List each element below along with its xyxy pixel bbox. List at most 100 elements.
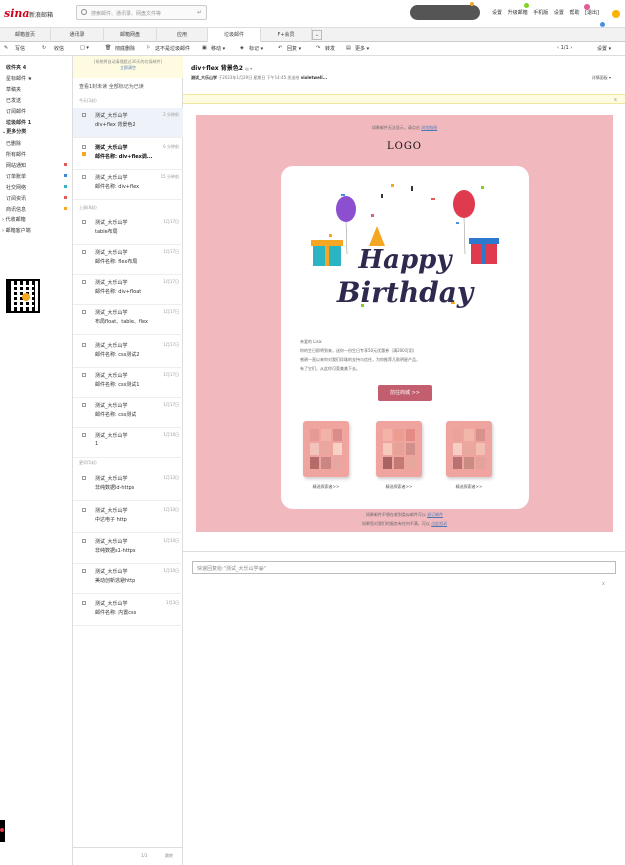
mail-list-item[interactable]: 测试_大乐山学 邮件名称: css测试2 1月17日 bbox=[73, 338, 183, 368]
mail-list-item[interactable]: 测试_大乐山学 非纯数据s1-https 1月10日 bbox=[73, 534, 183, 564]
enter-icon[interactable]: ↵ bbox=[197, 9, 202, 16]
subject-icons[interactable]: ▤ ▾ bbox=[245, 66, 252, 71]
mail-checkbox[interactable] bbox=[82, 569, 86, 573]
list-jump[interactable]: 跳转 bbox=[165, 853, 173, 859]
sidebar-category[interactable]: 商讯信息 bbox=[6, 206, 26, 213]
move-icon[interactable]: ▣ bbox=[202, 45, 207, 51]
recipient[interactable]: violetwell... bbox=[301, 75, 327, 80]
mail-list-item[interactable]: 测试_大乐山学 table布局 1月17日 bbox=[73, 215, 183, 245]
mail-list-item[interactable]: 测试_大乐山学 邮件名称: flex布局 1月17日 bbox=[73, 245, 183, 275]
pager[interactable]: ‹ 1/1 › bbox=[557, 45, 572, 51]
delete-icon[interactable]: 🗑 bbox=[105, 45, 111, 51]
go-to-store-button[interactable]: 前往商城 >> bbox=[378, 385, 432, 401]
mail-checkbox[interactable] bbox=[82, 373, 86, 377]
mail-checkbox[interactable] bbox=[82, 403, 86, 407]
write-button[interactable]: 写信 bbox=[15, 45, 25, 52]
mail-list-item[interactable]: 测试_大乐山学 邮件名称: div+flex 15 分钟前 bbox=[73, 170, 183, 200]
mail-checkbox[interactable] bbox=[82, 113, 86, 117]
mail-list-item[interactable]: 测试_大乐山学 邮件名称: div+float 1月17日 bbox=[73, 275, 183, 305]
mail-checkbox[interactable] bbox=[82, 508, 86, 512]
mail-checkbox[interactable] bbox=[82, 175, 86, 179]
move-button[interactable]: 移动 ▾ bbox=[211, 45, 225, 52]
product-link[interactable]: 精选探索者>> bbox=[446, 484, 492, 490]
mail-list-item[interactable]: 测试_大乐山学 中达电子 http 1月10日 bbox=[73, 503, 183, 533]
tab-apps[interactable]: 应用 bbox=[157, 28, 208, 42]
top-link-logout[interactable]: [退出] bbox=[585, 10, 599, 16]
mail-checkbox[interactable] bbox=[82, 343, 86, 347]
delete-button[interactable]: 彻底删除 bbox=[115, 45, 135, 52]
not-spam-icon[interactable]: ⚐ bbox=[146, 45, 150, 51]
sidebar-category[interactable]: 网站通知 bbox=[6, 162, 26, 169]
forward-button[interactable]: 转发 bbox=[325, 45, 335, 52]
more-button[interactable]: 更多 ▾ bbox=[355, 45, 369, 52]
client-ad-toggle[interactable]: › 邮箱客户端 bbox=[2, 227, 31, 234]
top-link-help[interactable]: 帮助 bbox=[569, 10, 579, 16]
sidebar-item[interactable]: 收件夹 4 bbox=[6, 64, 26, 71]
mail-list-item[interactable]: 测试_大乐山学 邮件名称: css测试 1月17日 bbox=[73, 398, 183, 428]
sidebar-item[interactable]: 星标邮件 ★ bbox=[6, 75, 32, 82]
settings-button[interactable]: 设置 ▾ bbox=[597, 45, 611, 52]
tab-home[interactable]: 邮箱首页 bbox=[0, 28, 51, 42]
mail-list-item[interactable]: 测试_大乐山学 邮件名称: css测试1 1月17日 bbox=[73, 368, 183, 398]
read-links[interactable]: 查看1封未读 全部标记为已读 bbox=[79, 83, 144, 90]
side-float-widget[interactable] bbox=[0, 820, 5, 842]
sina-logo[interactable]: sina bbox=[4, 7, 30, 20]
sidebar-item[interactable]: 草稿夹 bbox=[6, 86, 21, 93]
sidebar-category[interactable]: 所有邮件 bbox=[6, 151, 26, 158]
mail-list-item[interactable]: 测试_大乐山学 邮件名称: div+flex调... 6 分钟前 bbox=[73, 140, 183, 170]
qr-code[interactable] bbox=[6, 279, 40, 313]
mail-checkbox[interactable] bbox=[82, 476, 86, 480]
sidebar-category[interactable]: 订阅资讯 bbox=[6, 195, 26, 202]
write-icon[interactable]: ✎ bbox=[4, 45, 8, 51]
mail-checkbox[interactable] bbox=[82, 433, 86, 437]
mail-list-item[interactable]: 测试_大乐山学 美动创新逃避http 1月10日 bbox=[73, 564, 183, 594]
top-link-settings[interactable]: 设置 bbox=[554, 10, 564, 16]
more-categories-toggle[interactable]: ⌄更多分类 bbox=[2, 128, 26, 135]
tab-spam[interactable]: 垃圾邮件 bbox=[208, 28, 261, 43]
account-pill[interactable] bbox=[410, 5, 480, 20]
receive-button[interactable]: 收信 bbox=[54, 45, 64, 52]
mail-checkbox[interactable] bbox=[82, 250, 86, 254]
product-palette[interactable] bbox=[376, 419, 422, 479]
sidebar-item[interactable]: 订阅邮件 bbox=[6, 108, 26, 115]
sidebar-category[interactable]: 已删除 bbox=[6, 140, 21, 147]
tab-netdisk[interactable]: 邮箱网盘 bbox=[104, 28, 157, 42]
not-spam-button[interactable]: 这不是垃圾邮件 bbox=[155, 45, 190, 52]
sidebar-item[interactable]: 已发送 bbox=[6, 97, 21, 104]
mark-button[interactable]: 标记 ▾ bbox=[249, 45, 263, 52]
sidebar-category[interactable]: 社交网络 bbox=[6, 184, 26, 191]
top-link-mobile[interactable]: 手机版 bbox=[533, 10, 548, 16]
mail-list-item[interactable]: 测试_大乐山学 布局float、table、flex 1月17日 bbox=[73, 305, 183, 335]
mail-checkbox[interactable] bbox=[82, 220, 86, 224]
mail-checkbox[interactable] bbox=[82, 310, 86, 314]
product-link[interactable]: 精选探索者>> bbox=[303, 484, 349, 490]
product-link[interactable]: 精选探索者>> bbox=[376, 484, 422, 490]
quick-reply-input[interactable]: 快速回复给:"测试_大乐山学😀" bbox=[192, 561, 616, 574]
mail-list-item[interactable]: 测试_大乐山学 1 1月16日 bbox=[73, 428, 183, 458]
sidebar-item[interactable]: 垃圾邮件 1 bbox=[6, 119, 31, 126]
reply-button[interactable]: 回复 ▾ bbox=[287, 45, 301, 52]
tab-expand-icon[interactable]: ⌄ bbox=[312, 30, 322, 40]
browser-link[interactable]: 浏览链接 bbox=[421, 125, 437, 130]
complaint-link[interactable]: 点此投诉 bbox=[431, 521, 447, 526]
mail-checkbox[interactable] bbox=[82, 145, 86, 149]
search-input[interactable]: 搜索邮件、通讯录、网盘文件等 bbox=[91, 10, 161, 17]
top-link-home[interactable]: 设置 bbox=[492, 10, 502, 16]
refresh-icon[interactable]: ↻ bbox=[42, 45, 46, 51]
mark-icon[interactable]: ◈ bbox=[240, 45, 244, 51]
tab-vip[interactable]: F+会员 bbox=[261, 28, 312, 42]
product-palette[interactable] bbox=[446, 419, 492, 479]
mail-list-item[interactable]: 测试_大乐山学 邮件名称: 内置css 1月3日 bbox=[73, 596, 183, 626]
reply-close-icon[interactable]: x bbox=[602, 581, 605, 587]
product-palette[interactable] bbox=[303, 419, 349, 479]
reply-icon[interactable]: ↶ bbox=[278, 45, 282, 51]
forward-icon[interactable]: ↷ bbox=[316, 45, 320, 51]
unsubscribe-link[interactable]: 退订邮件 bbox=[427, 512, 443, 517]
empty-spam-link[interactable]: 立即清空 bbox=[73, 65, 183, 71]
top-link-upgrade[interactable]: 升级邮箱 bbox=[508, 10, 528, 16]
mail-list-item[interactable]: 测试_大乐山学 非纯数据ld-https 1月13日 bbox=[73, 471, 183, 501]
proxy-mailbox-toggle[interactable]: › 代收邮箱 bbox=[2, 216, 26, 223]
mail-checkbox[interactable] bbox=[82, 539, 86, 543]
mail-checkbox[interactable] bbox=[82, 601, 86, 605]
more-icon[interactable]: ▤ bbox=[346, 45, 351, 51]
